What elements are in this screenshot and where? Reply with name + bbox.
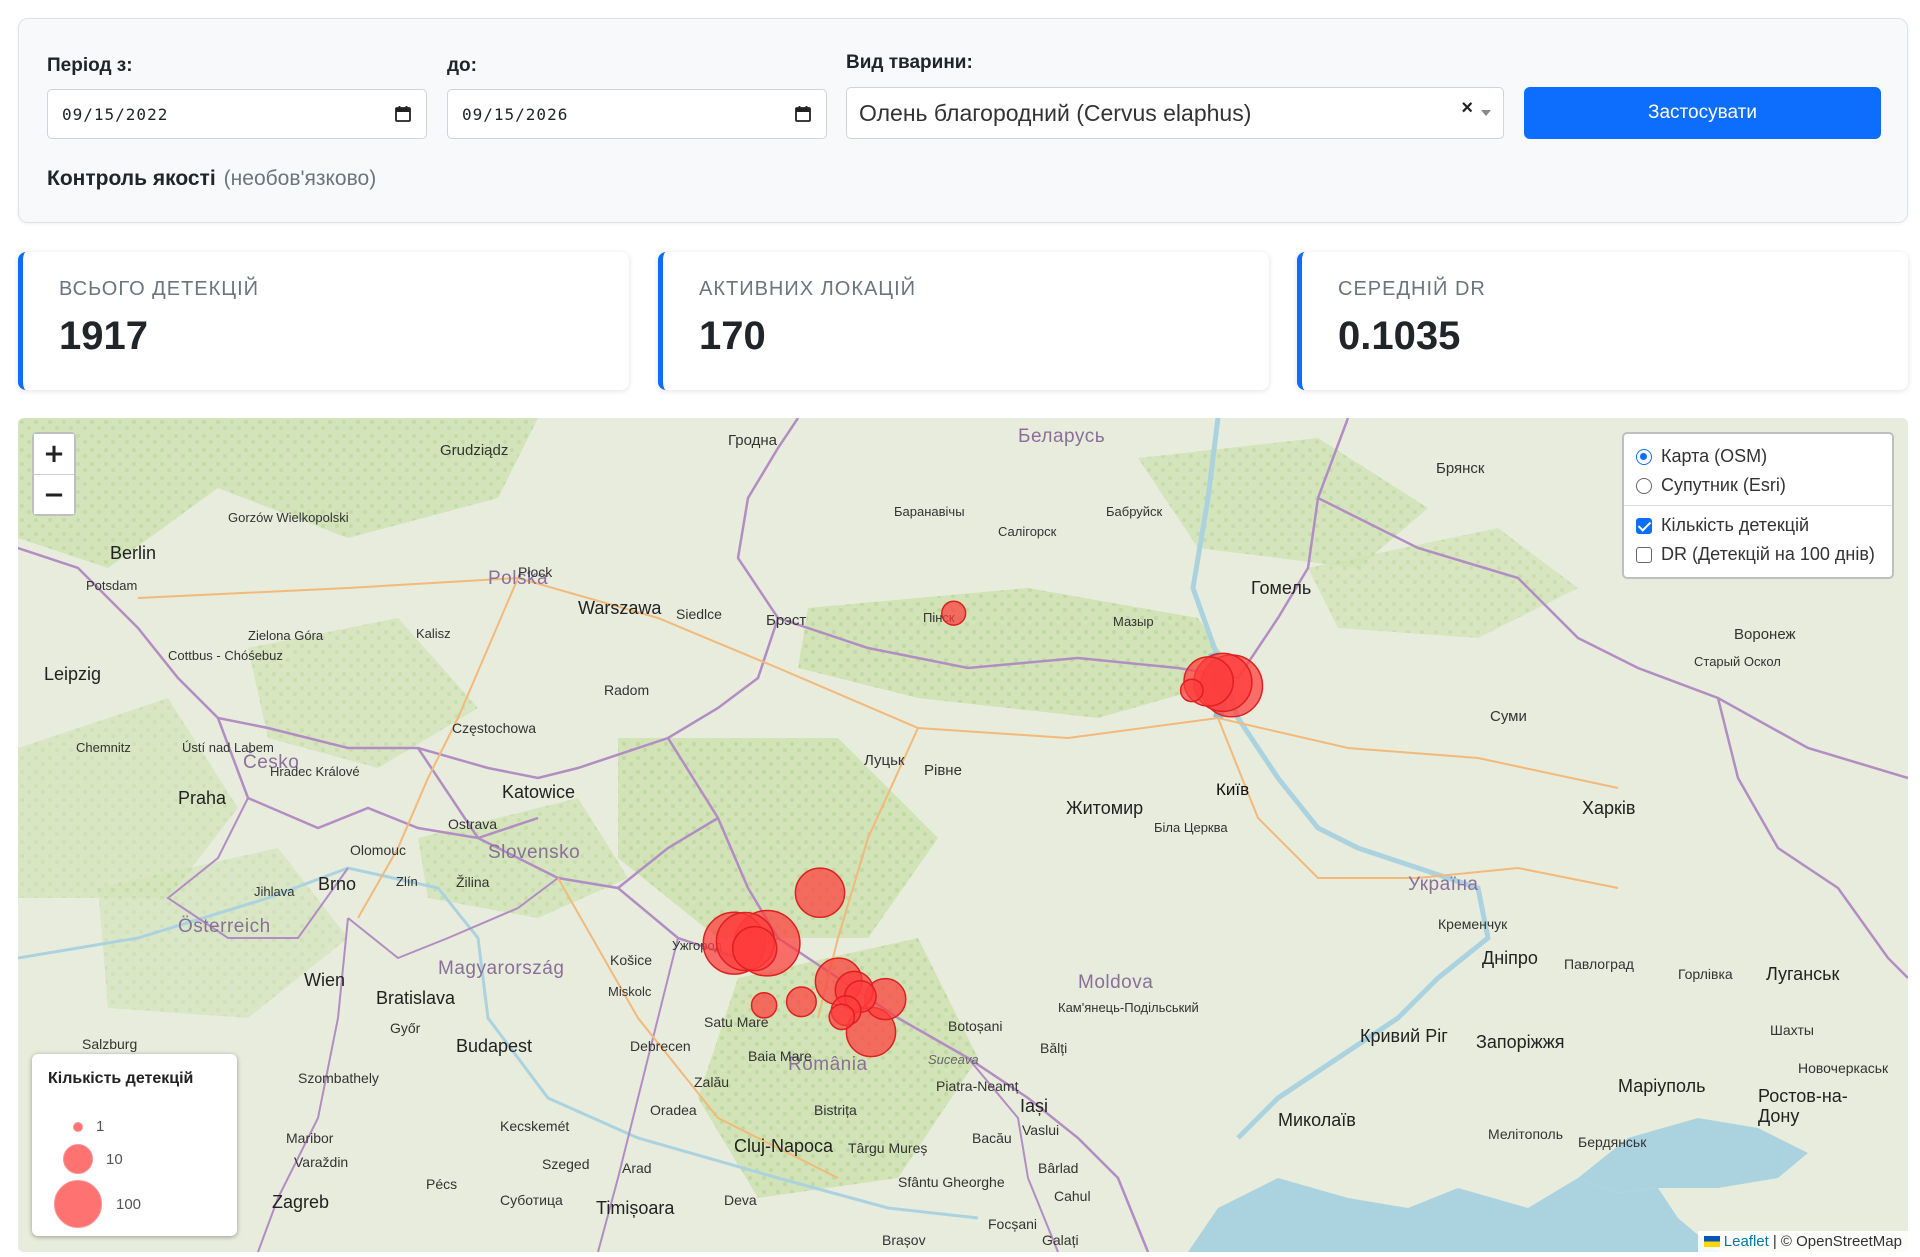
animal-label: Вид тварини: bbox=[846, 52, 973, 73]
map-view[interactable]: Polska Česko Slovensko Österreich Magyar… bbox=[18, 418, 1908, 1252]
apply-button[interactable]: Застосувати bbox=[1524, 87, 1881, 139]
overlay-count-label: Кількість детекцій bbox=[1661, 515, 1810, 535]
overlay-count[interactable]: Кількість детекцій bbox=[1636, 511, 1880, 540]
stat-value: 170 bbox=[699, 314, 766, 358]
base-layer-osm-label: Карта (OSM) bbox=[1661, 446, 1768, 466]
detection-marker[interactable] bbox=[750, 991, 778, 1019]
chevron-down-icon[interactable] bbox=[1481, 110, 1491, 116]
date-to-input[interactable]: 09/15/2026 bbox=[447, 89, 827, 139]
detection-marker[interactable] bbox=[731, 925, 778, 972]
animal-select[interactable]: Олень благородний (Cervus elaphus) × bbox=[846, 87, 1504, 139]
quality-control-toggle[interactable]: Контроль якості (необов'язково) bbox=[47, 167, 376, 191]
quality-control-label: Контроль якості bbox=[47, 167, 216, 190]
base-layer-esri[interactable]: Супутник (Esri) bbox=[1636, 471, 1880, 500]
period-from-label: Період з: bbox=[47, 55, 133, 76]
filter-panel: Період з: 09/15/2022 до: 09/15/2026 Вид … bbox=[18, 18, 1908, 223]
stat-label: АКТИВНИХ ЛОКАЦІЙ bbox=[699, 278, 917, 300]
map-legend: Кількість детекцій 1 10 100 bbox=[32, 1054, 237, 1236]
zoom-in-button[interactable]: + bbox=[34, 434, 74, 474]
date-from-value: 09/15/2022 bbox=[62, 104, 169, 124]
detection-marker[interactable] bbox=[941, 600, 967, 626]
stat-value: 0.1035 bbox=[1338, 314, 1461, 358]
detection-marker[interactable] bbox=[794, 867, 846, 919]
radio-icon[interactable] bbox=[1636, 477, 1652, 494]
quality-optional-note: (необов'язково) bbox=[223, 167, 377, 190]
legend-label: 10 bbox=[106, 1151, 123, 1168]
legend-title: Кількість детекцій bbox=[48, 1070, 194, 1087]
leaflet-link[interactable]: Leaflet bbox=[1724, 1233, 1769, 1250]
ukraine-flag-icon bbox=[1703, 1236, 1720, 1247]
stat-card-total-detections: ВСЬОГО ДЕТЕКЦІЙ 1917 bbox=[18, 252, 629, 390]
detection-marker[interactable] bbox=[828, 1003, 856, 1031]
zoom-control: + − bbox=[32, 432, 76, 516]
overlay-dr[interactable]: DR (Детекцій на 100 днів) bbox=[1636, 540, 1880, 569]
legend-marker-small bbox=[73, 1122, 83, 1132]
base-layer-esri-label: Супутник (Esri) bbox=[1661, 475, 1786, 495]
zoom-out-button[interactable]: − bbox=[34, 474, 74, 514]
date-to-value: 09/15/2026 bbox=[462, 104, 569, 124]
clear-selection-icon[interactable]: × bbox=[1461, 97, 1473, 120]
stat-card-average-dr: СЕРЕДНІЙ DR 0.1035 bbox=[1297, 252, 1908, 390]
detection-marker[interactable] bbox=[1179, 678, 1204, 703]
layers-separator bbox=[1624, 505, 1892, 506]
legend-marker-medium bbox=[63, 1144, 93, 1174]
period-to-label: до: bbox=[447, 55, 477, 76]
stat-label: ВСЬОГО ДЕТЕКЦІЙ bbox=[59, 278, 259, 300]
osm-attribution[interactable]: | © OpenStreetMap bbox=[1773, 1233, 1902, 1250]
legend-label: 100 bbox=[116, 1196, 142, 1213]
stat-card-active-locations: АКТИВНИХ ЛОКАЦІЙ 170 bbox=[658, 252, 1269, 390]
checkbox-icon[interactable] bbox=[1636, 546, 1652, 563]
calendar-icon[interactable] bbox=[394, 105, 412, 123]
calendar-icon[interactable] bbox=[794, 105, 812, 123]
legend-marker-large bbox=[54, 1180, 102, 1228]
layers-control: Карта (OSM) Супутник (Esri) Кількість де… bbox=[1622, 432, 1894, 579]
map-attribution: Leaflet | © OpenStreetMap bbox=[1697, 1231, 1908, 1252]
animal-select-value: Олень благородний (Cervus elaphus) bbox=[859, 99, 1252, 126]
base-layer-osm[interactable]: Карта (OSM) bbox=[1636, 442, 1880, 471]
stat-value: 1917 bbox=[59, 314, 148, 358]
legend-label: 1 bbox=[96, 1118, 105, 1135]
radio-icon[interactable] bbox=[1636, 448, 1652, 465]
overlay-dr-label: DR (Детекцій на 100 днів) bbox=[1661, 544, 1875, 564]
date-from-input[interactable]: 09/15/2022 bbox=[47, 89, 427, 139]
stat-label: СЕРЕДНІЙ DR bbox=[1338, 278, 1486, 300]
checkbox-icon[interactable] bbox=[1636, 517, 1652, 534]
detection-marker[interactable] bbox=[785, 986, 817, 1018]
